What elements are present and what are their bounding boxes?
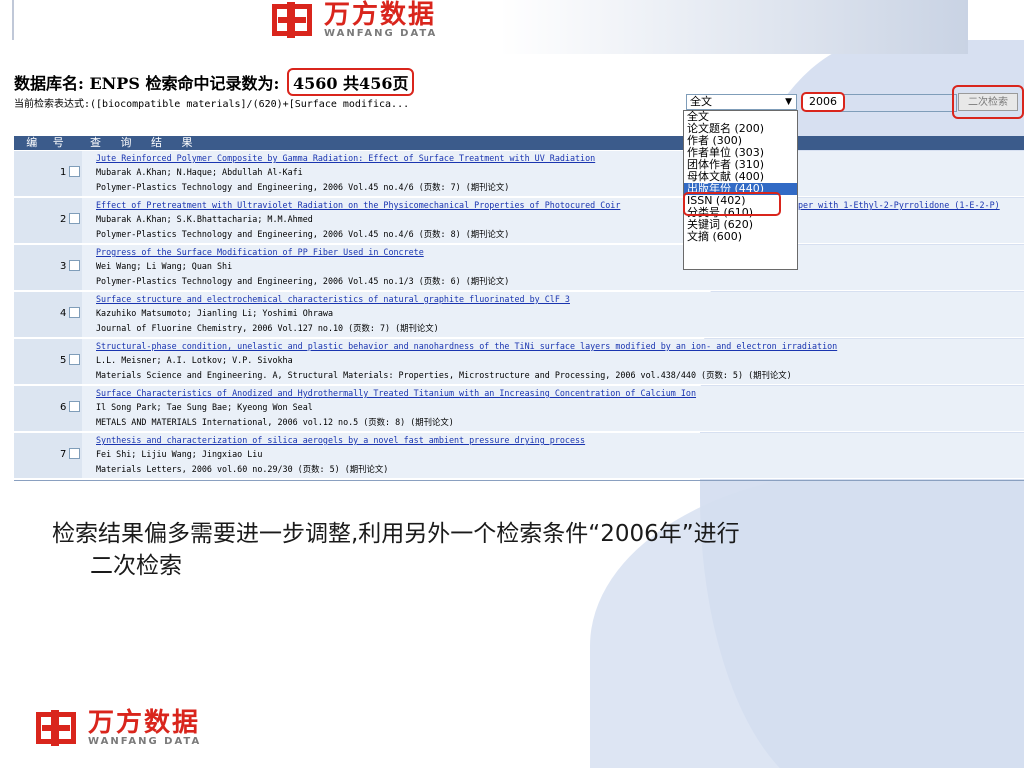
row-checkbox[interactable]	[69, 401, 80, 412]
row-number-cell: 6	[14, 386, 82, 431]
search-field-dropdown[interactable]: 全文 论文题名 (200) 作者 (300) 作者单位 (303) 团体作者 (…	[683, 110, 798, 270]
result-authors: Mubarak A.Khan; N.Haque; Abdullah Al-Kaf…	[96, 167, 303, 177]
header-gradient-band	[500, 0, 968, 54]
row-checkbox[interactable]	[69, 354, 80, 365]
caption-line-1: 检索结果偏多需要进一步调整,利用另外一个检索条件“2006年”进行	[52, 521, 740, 547]
result-source: METALS AND MATERIALS International, 2006…	[96, 417, 454, 427]
row-number-cell: 5	[14, 339, 82, 384]
result-title-link[interactable]: Structural-phase condition, unelastic an…	[96, 341, 837, 351]
footer-logo: 万方数据 WANFANG DATA	[36, 710, 201, 748]
result-authors: Kazuhiko Matsumoto; Jianling Li; Yoshimi…	[96, 308, 333, 318]
row-number-cell: 1	[14, 151, 82, 196]
row-number-cell: 7	[14, 433, 82, 478]
result-authors: Wei Wang; Li Wang; Quan Shi	[96, 261, 233, 271]
row-number: 2	[60, 214, 67, 225]
wanfang-logo-icon	[272, 2, 316, 38]
table-bottom-border	[14, 480, 1024, 481]
result-title-link[interactable]: Progress of the Surface Modification of …	[96, 247, 424, 257]
footer-logo-en-text: WANFANG DATA	[88, 736, 202, 747]
keyword-input[interactable]: 2006	[801, 92, 845, 112]
background-blue-shape-lower	[590, 470, 1024, 768]
header-logo: 万方数据 WANFANG DATA	[272, 0, 437, 42]
row-number: 5	[60, 355, 67, 366]
row-checkbox[interactable]	[69, 307, 80, 318]
result-title-link[interactable]: Jute Reinforced Polymer Composite by Gam…	[96, 153, 595, 163]
row-number: 7	[60, 449, 67, 460]
result-title-overflow[interactable]: per with 1-Ethyl-2-Pyrrolidone (1-E-2-P)	[798, 200, 1000, 210]
row-number-cell: 3	[14, 245, 82, 290]
row-checkbox[interactable]	[69, 213, 80, 224]
secondary-search-button[interactable]: 二次检索	[958, 93, 1018, 111]
header-divider	[12, 0, 14, 40]
column-header-result: 查 询 结 果	[90, 136, 201, 149]
result-source: Materials Letters, 2006 vol.60 no.29/30 …	[96, 464, 389, 474]
result-title-link[interactable]: Synthesis and characterization of silica…	[96, 435, 585, 445]
logo-en-text: WANFANG DATA	[324, 28, 438, 39]
chevron-down-icon[interactable]: ▼	[785, 95, 792, 109]
search-field-select[interactable]: 全文 ▼	[686, 94, 797, 110]
caption-line-2: 二次检索	[90, 553, 182, 579]
result-source: Materials Science and Engineering. A, St…	[96, 370, 792, 380]
result-source: Polymer-Plastics Technology and Engineer…	[96, 229, 510, 239]
results-summary-title: 数据库名: ENPS 检索命中记录数为: 4560 共456页	[14, 68, 415, 96]
row-number: 6	[60, 402, 67, 413]
result-source: Polymer-Plastics Technology and Engineer…	[96, 276, 510, 286]
wanfang-logo-icon	[36, 710, 80, 746]
row-checkbox[interactable]	[69, 260, 80, 271]
row-number: 4	[60, 308, 67, 319]
row-checkbox[interactable]	[69, 448, 80, 459]
result-title-link[interactable]: Surface Characteristics of Anodized and …	[96, 388, 696, 398]
slide-caption: 检索结果偏多需要进一步调整,利用另外一个检索条件“2006年”进行 二次检索	[52, 518, 952, 582]
logo-cn-text: 万方数据	[324, 0, 437, 30]
row-number-cell: 2	[14, 198, 82, 243]
search-field-value: 全文	[690, 95, 712, 108]
result-authors: Fei Shi; Lijiu Wang; Jingxiao Liu	[96, 449, 263, 459]
result-source: Journal of Fluorine Chemistry, 2006 Vol.…	[96, 323, 439, 333]
result-source: Polymer-Plastics Technology and Engineer…	[96, 182, 510, 192]
footer-logo-cn-text: 万方数据	[88, 708, 201, 738]
result-title-link[interactable]: Surface structure and electrochemical ch…	[96, 294, 570, 304]
search-expression: 当前检索表达式:([biocompatible materials]/(620)…	[14, 99, 410, 110]
row-number-cell: 4	[14, 292, 82, 337]
result-authors: Mubarak A.Khan; S.K.Bhattacharia; M.M.Ah…	[96, 214, 313, 224]
dropdown-option[interactable]: 文摘 (600)	[684, 231, 797, 243]
row-checkbox[interactable]	[69, 166, 80, 177]
result-authors: Il Song Park; Tae Sung Bae; Kyeong Won S…	[96, 402, 313, 412]
publish-year-highlight	[683, 192, 781, 216]
row-number: 1	[60, 167, 67, 178]
results-count: 4560 共456页	[286, 68, 415, 96]
result-authors: L.L. Meisner; A.I. Lotkov; V.P. Sivokha	[96, 355, 293, 365]
results-summary-prefix: 数据库名: ENPS 检索命中记录数为:	[14, 74, 280, 93]
row-number: 3	[60, 261, 67, 272]
column-header-number: 编 号	[26, 136, 70, 149]
result-title-link[interactable]: Effect of Pretreatment with Ultraviolet …	[96, 200, 620, 210]
